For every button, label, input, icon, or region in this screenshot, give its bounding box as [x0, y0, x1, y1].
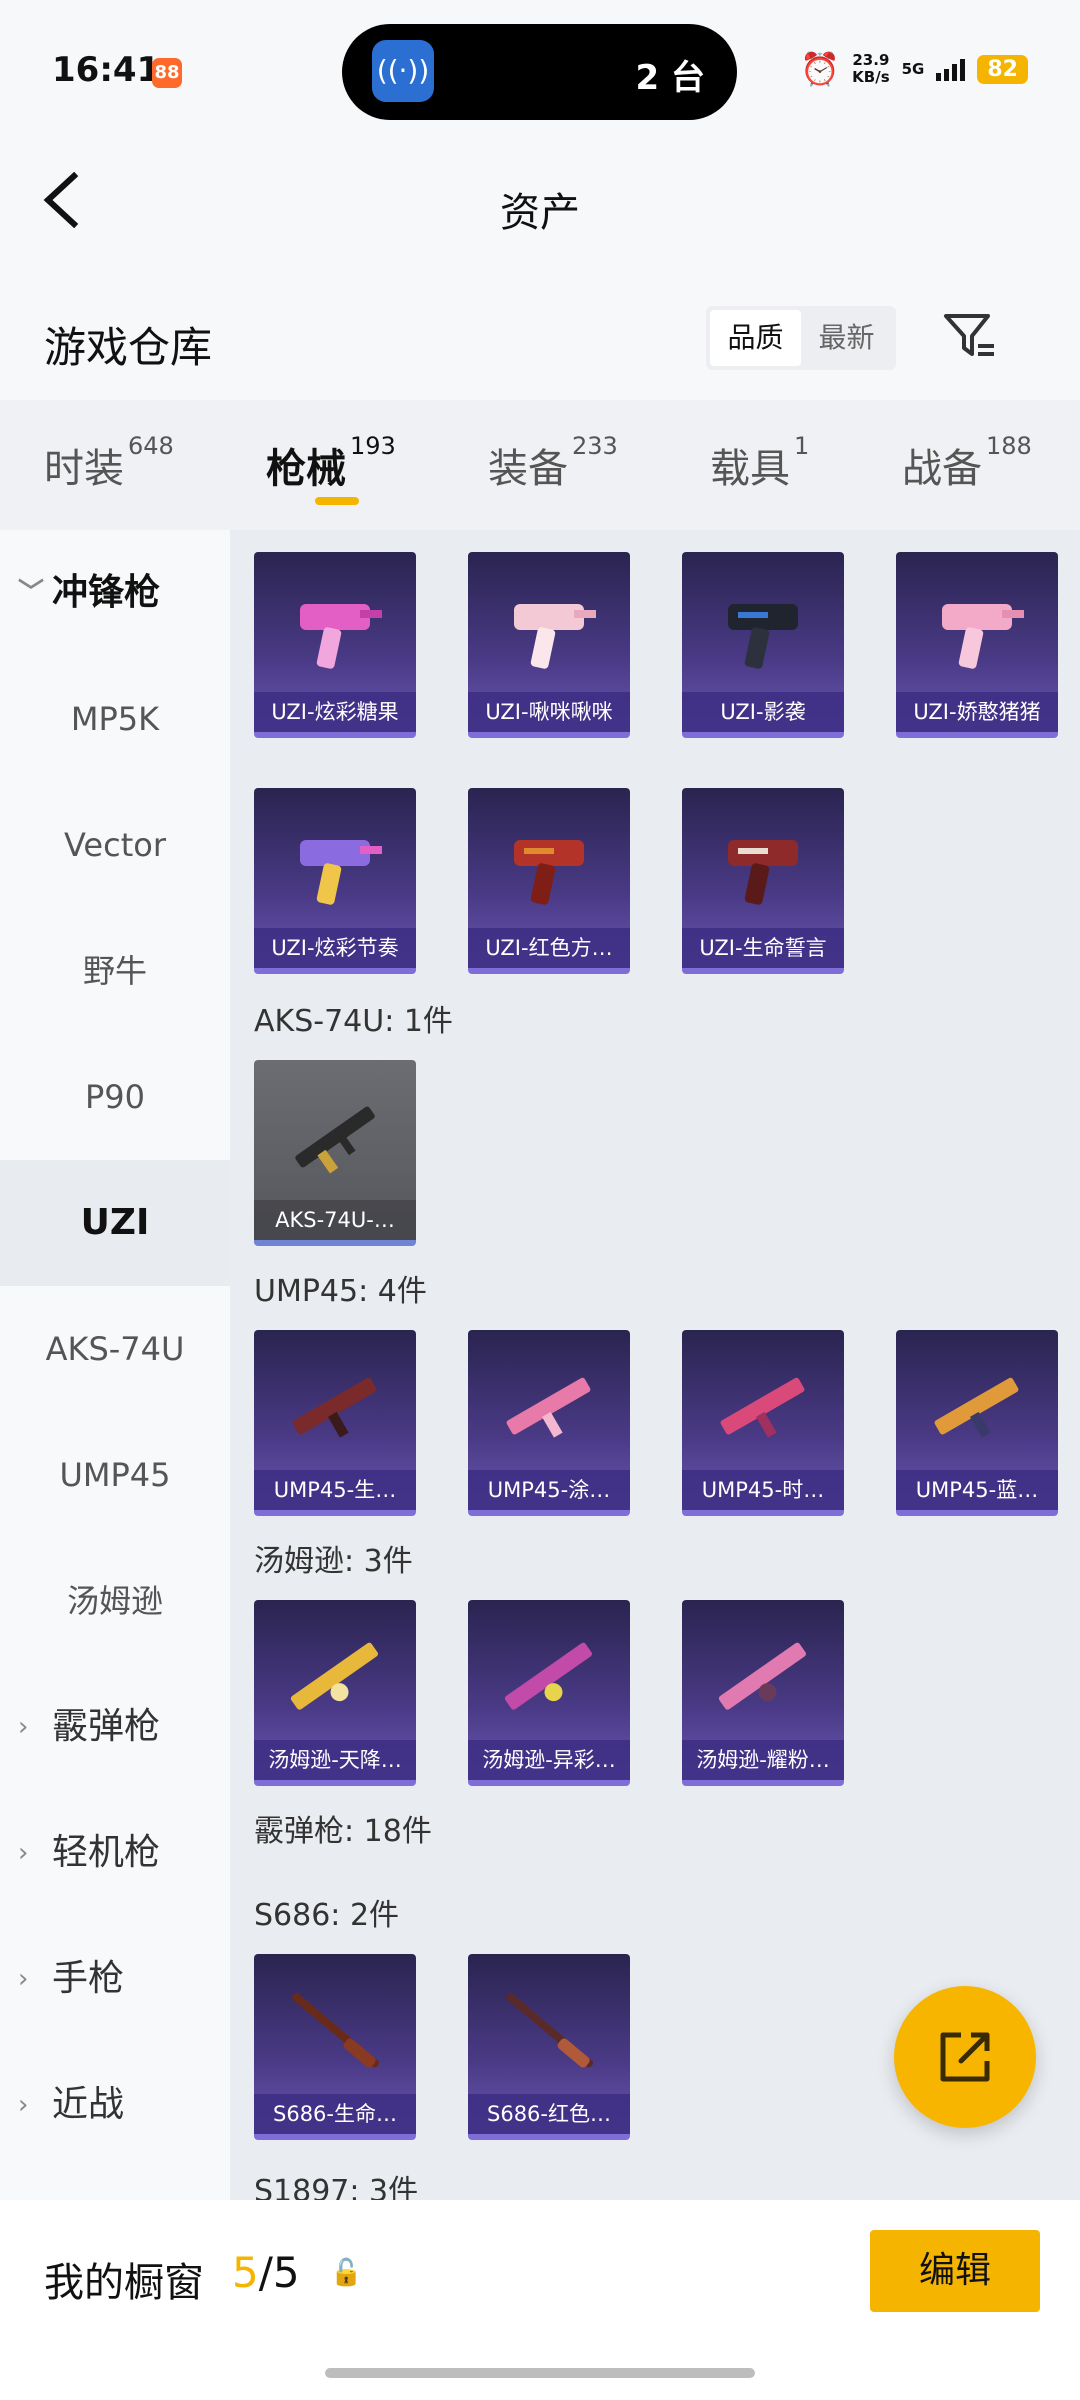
sidebar-group-shotgun[interactable]: › 霰弹枪 — [0, 1664, 230, 1790]
weapon-card[interactable]: UMP45-蓝… — [896, 1330, 1058, 1516]
home-indicator[interactable] — [325, 2368, 755, 2378]
smg-icon — [934, 1377, 1019, 1438]
section-label-shotgun: 霰弹枪: 18件 — [254, 1814, 432, 1849]
filter-icon[interactable] — [940, 306, 1000, 366]
weapon-card[interactable]: UMP45-涂… — [468, 1330, 630, 1516]
smg-icon — [514, 840, 584, 905]
section-label-thompson: 汤姆逊: 3件 — [254, 1544, 413, 1579]
weapon-grid: UZI-炫彩糖果 UZI-啾咪啾咪 UZI-影袭 UZI-娇憨猪猪 UZI-炫彩… — [230, 530, 1080, 2200]
showcase-count: 5/5 — [232, 2248, 300, 2297]
section-label-s1897: S1897: 3件 — [254, 2174, 419, 2200]
dynamic-island[interactable]: ((·)) 2 台 — [342, 24, 737, 120]
sidebar-item-uzi[interactable]: UZI — [0, 1160, 230, 1286]
weapon-card[interactable]: UZI-红色方… — [468, 788, 630, 974]
sidebar-item-thompson[interactable]: 汤姆逊 — [0, 1538, 230, 1664]
signal-icon — [936, 57, 966, 81]
notification-app-icon: 88 — [152, 58, 182, 88]
weapon-card[interactable]: UZI-影袭 — [682, 552, 844, 738]
lock-icon[interactable]: 🔓 — [330, 2258, 362, 2288]
network-type: 5G — [901, 60, 925, 78]
tab-vehicles[interactable]: 载具 1 — [710, 432, 809, 494]
smg-icon — [728, 604, 798, 669]
sidebar-group-melee[interactable]: › 近战 — [0, 2042, 230, 2168]
sidebar-item-mp5k[interactable]: MP5K — [0, 656, 230, 782]
battery-indicator: 82 — [977, 54, 1028, 84]
weapon-card[interactable]: UZI-炫彩节奏 — [254, 788, 416, 974]
island-device-count: 2 台 — [635, 58, 706, 98]
shotgun-icon — [506, 1993, 594, 2068]
active-tab-indicator — [315, 497, 359, 505]
category-tabs: 时装 648 枪械 193 装备 233 载具 1 战备 188 — [0, 400, 1080, 530]
sort-newest-button[interactable]: 最新 — [801, 310, 892, 366]
smg-icon — [506, 1377, 591, 1438]
weapon-card[interactable]: UZI-啾咪啾咪 — [468, 552, 630, 738]
share-external-icon — [940, 2032, 990, 2082]
smg-icon — [292, 1377, 377, 1438]
section-label-aks74u: AKS-74U: 1件 — [254, 1004, 453, 1039]
smg-icon — [504, 1642, 592, 1710]
chevron-right-icon: › — [18, 1964, 29, 1994]
sort-toggle: 品质 最新 — [706, 306, 896, 370]
chevron-right-icon: › — [18, 1712, 29, 1742]
broadcast-icon: ((·)) — [372, 40, 434, 102]
weapon-sidebar: ﹀ 冲锋枪 MP5K Vector 野牛 P90 UZI AKS-74U UMP4… — [0, 530, 230, 2200]
smg-icon — [942, 604, 1024, 669]
sidebar-item-p90[interactable]: P90 — [0, 1034, 230, 1160]
app-header: 资产 — [0, 140, 1080, 270]
sidebar-item-aks74u[interactable]: AKS-74U — [0, 1286, 230, 1412]
weapon-card[interactable]: 汤姆逊-耀粉… — [682, 1600, 844, 1786]
weapon-card[interactable]: 汤姆逊-异彩… — [468, 1600, 630, 1786]
status-bar: 16:41 88 ((·)) 2 台 ⏰ 23.9 KB/s 5G 82 — [0, 0, 1080, 140]
share-fab-button[interactable] — [894, 1986, 1036, 2128]
tab-fashion[interactable]: 时装 648 — [44, 432, 174, 494]
weapon-card[interactable]: AKS-74U-… — [254, 1060, 416, 1246]
showcase-bar: 我的橱窗 5/5 🔓 编辑 — [0, 2200, 1080, 2400]
weapon-card[interactable]: S686-生命… — [254, 1954, 416, 2140]
weapon-card[interactable]: 汤姆逊-天降… — [254, 1600, 416, 1786]
smg-icon — [295, 1106, 375, 1174]
tab-equipment[interactable]: 装备 233 — [488, 432, 618, 494]
weapon-card[interactable]: UZI-生命誓言 — [682, 788, 844, 974]
smg-icon — [720, 1377, 805, 1438]
weapon-card[interactable]: UZI-娇憨猪猪 — [896, 552, 1058, 738]
showcase-title: 我的橱窗 — [44, 2260, 204, 2306]
weapon-card[interactable]: UZI-炫彩糖果 — [254, 552, 416, 738]
status-time: 16:41 — [52, 50, 161, 90]
shotgun-icon — [292, 1993, 380, 2068]
alarm-icon: ⏰ — [800, 50, 841, 88]
sidebar-item-ump45[interactable]: UMP45 — [0, 1412, 230, 1538]
smg-icon — [718, 1642, 806, 1710]
sidebar-item-bizon[interactable]: 野牛 — [0, 908, 230, 1034]
warehouse-title: 游戏仓库 — [44, 323, 213, 372]
smg-icon — [300, 840, 382, 905]
section-label-s686: S686: 2件 — [254, 1898, 400, 1933]
tab-firearms[interactable]: 枪械 193 — [266, 432, 396, 494]
tab-combat-supplies[interactable]: 战备 188 — [902, 432, 1032, 494]
sort-quality-button[interactable]: 品质 — [710, 310, 801, 366]
chevron-right-icon: › — [18, 2090, 29, 2120]
chevron-down-icon: ﹀ — [18, 578, 45, 608]
sidebar-group-smg[interactable]: ﹀ 冲锋枪 — [0, 530, 230, 656]
smg-icon — [290, 1642, 378, 1710]
smg-icon — [728, 840, 798, 905]
warehouse-header: 游戏仓库 品质 最新 — [0, 270, 1080, 400]
status-indicators: ⏰ 23.9 KB/s 5G 82 — [800, 50, 1028, 88]
smg-icon — [300, 604, 382, 669]
sidebar-item-vector[interactable]: Vector — [0, 782, 230, 908]
weapon-card[interactable]: S686-红色… — [468, 1954, 630, 2140]
weapon-card[interactable]: UMP45-时… — [682, 1330, 844, 1516]
page-title: 资产 — [500, 190, 580, 236]
section-label-ump45: UMP45: 4件 — [254, 1274, 427, 1309]
sidebar-group-lmg[interactable]: › 轻机枪 — [0, 1790, 230, 1916]
smg-icon — [514, 604, 596, 669]
chevron-right-icon: › — [18, 1838, 29, 1868]
edit-button[interactable]: 编辑 — [870, 2230, 1040, 2312]
weapon-card[interactable]: UMP45-生… — [254, 1330, 416, 1516]
sidebar-group-pistol[interactable]: › 手枪 — [0, 1916, 230, 2042]
net-speed: 23.9 KB/s — [852, 51, 890, 86]
